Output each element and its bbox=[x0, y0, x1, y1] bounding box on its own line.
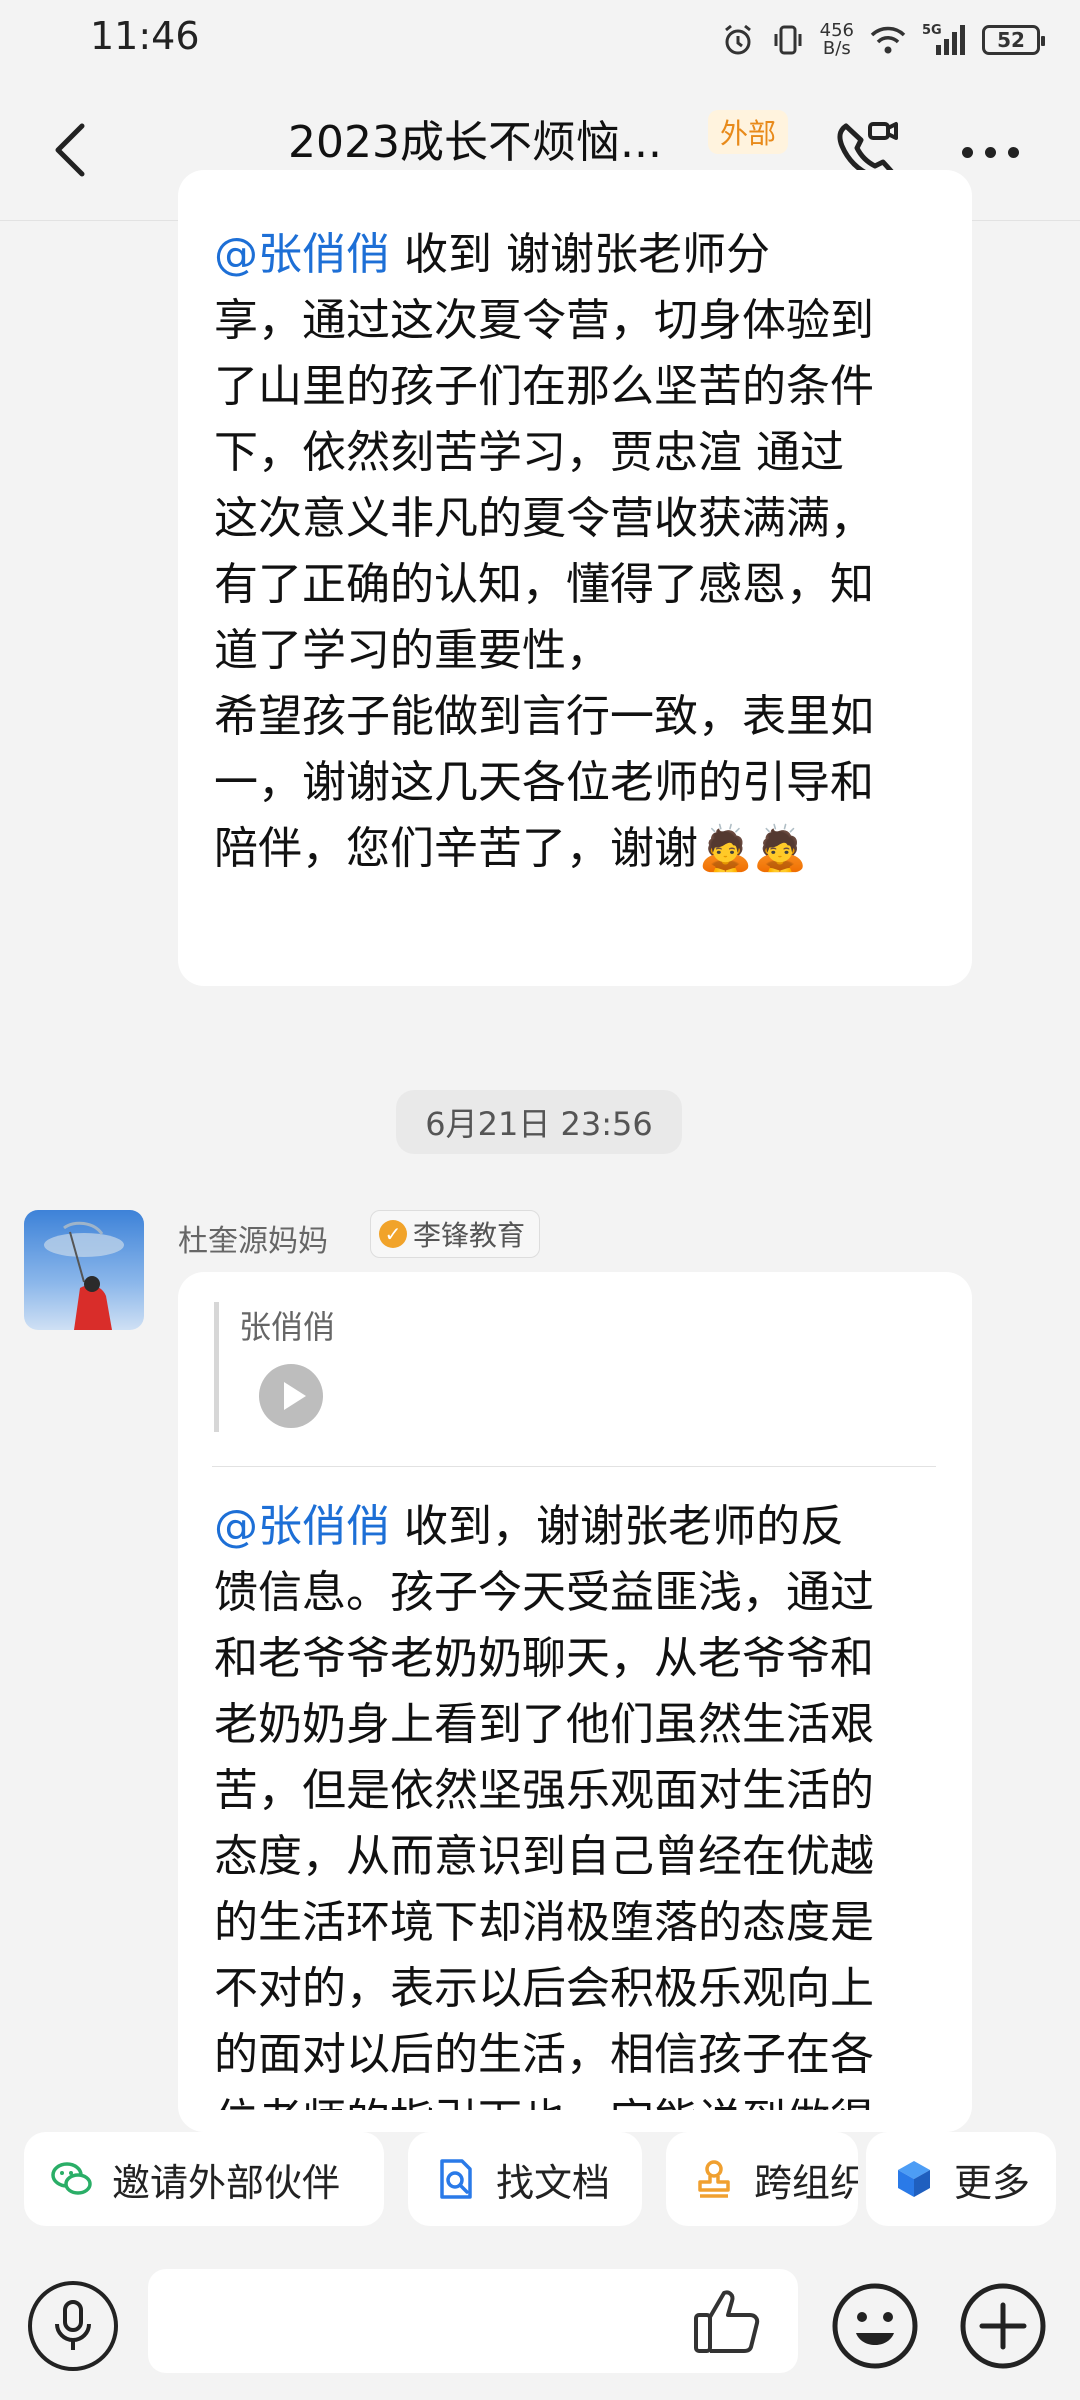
cross-org-button[interactable]: 跨组织 bbox=[666, 2132, 858, 2226]
signal-indicator: 5G bbox=[922, 23, 968, 57]
alarm-icon bbox=[724, 24, 751, 55]
voice-input-button[interactable] bbox=[28, 2281, 118, 2371]
invite-partner-button[interactable]: 邀请外部伙伴 bbox=[24, 2132, 384, 2226]
sender-name[interactable]: 杜奎源妈妈 bbox=[178, 1216, 328, 1260]
verified-badge-icon: ✓ bbox=[379, 1220, 407, 1248]
play-voice-icon[interactable] bbox=[259, 1364, 323, 1428]
net-speed: 456 B/s bbox=[820, 22, 854, 58]
find-doc-label: 找文档 bbox=[496, 2160, 611, 2205]
message-bubble-1[interactable]: @张俏俏 收到 谢谢张老师分 享，通过这次夏令营，切身体验到 了山里的孩子们在那… bbox=[178, 170, 972, 986]
quoted-sender: 张俏俏 bbox=[239, 1308, 336, 1346]
mention-link[interactable]: @张俏俏 bbox=[214, 1501, 390, 1552]
message-timestamp: 6月21日 23:56 bbox=[396, 1090, 682, 1154]
avatar-image bbox=[44, 1221, 124, 1330]
stamp-icon bbox=[692, 2157, 736, 2201]
mention-link[interactable]: @张俏俏 bbox=[214, 229, 390, 280]
wifi-icon bbox=[870, 26, 906, 54]
add-attachment-button[interactable] bbox=[958, 2281, 1048, 2371]
input-row bbox=[0, 2255, 1080, 2400]
emoji-icon bbox=[832, 2283, 918, 2369]
sender-avatar[interactable] bbox=[24, 1210, 144, 1330]
org-name: 李锋教育 bbox=[413, 1219, 526, 1252]
status-icons: 456 B/s 5G 52 bbox=[720, 18, 1045, 62]
doc-search-icon bbox=[434, 2157, 478, 2201]
thumbs-up-icon bbox=[694, 2290, 760, 2353]
quote-divider bbox=[212, 1466, 936, 1467]
message-2-text-wrapper: @张俏俏 收到，谢谢张老师的反 馈信息。孩子今天受益匪浅，通过 和老爷爷老奶奶聊… bbox=[214, 1494, 954, 2110]
net-speed-unit: B/s bbox=[822, 38, 851, 59]
external-tag: 外部 bbox=[708, 110, 789, 154]
emoji-button[interactable] bbox=[830, 2281, 920, 2371]
battery-icon: 52 bbox=[982, 25, 1045, 55]
org-tag: ✓ 李锋教育 bbox=[370, 1210, 541, 1258]
wechat-icon bbox=[50, 2157, 94, 2201]
thumbs-up-button[interactable] bbox=[690, 2285, 770, 2357]
message-1-text: @张俏俏 收到 谢谢张老师分 享，通过这次夏令营，切身体验到 了山里的孩子们在那… bbox=[214, 229, 874, 874]
more-actions-label: 更多 bbox=[954, 2160, 1031, 2205]
chat-title[interactable]: 2023成长不烦恼... bbox=[288, 106, 662, 170]
microphone-icon bbox=[55, 2300, 91, 2350]
status-time: 11:46 bbox=[90, 14, 200, 58]
cube-icon bbox=[892, 2157, 936, 2201]
vibrate-icon bbox=[774, 25, 802, 55]
quick-actions-bar: 邀请外部伙伴 找文档 跨组织 更多 bbox=[0, 2130, 1080, 2230]
more-actions-button[interactable]: 更多 bbox=[866, 2132, 1056, 2226]
message-2-text: @张俏俏 收到，谢谢张老师的反 馈信息。孩子今天受益匪浅，通过 和老爷爷老奶奶聊… bbox=[214, 1501, 874, 2110]
invite-partner-label: 邀请外部伙伴 bbox=[112, 2160, 341, 2205]
plus-icon bbox=[960, 2283, 1046, 2369]
battery-level: 52 bbox=[997, 28, 1025, 52]
find-doc-button[interactable]: 找文档 bbox=[408, 2132, 642, 2226]
signal-icon bbox=[936, 25, 965, 55]
status-bar: 11:46 456 B/s 5G 52 bbox=[0, 0, 1080, 80]
quoted-voice-message[interactable]: 张俏俏 bbox=[214, 1302, 939, 1432]
cross-org-label: 跨组织 bbox=[754, 2160, 858, 2205]
